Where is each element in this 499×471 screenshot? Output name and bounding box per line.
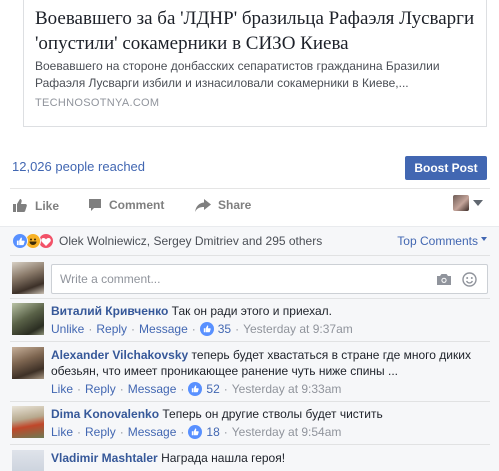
like-link[interactable]: Like bbox=[51, 382, 73, 396]
post-as-selector[interactable] bbox=[453, 195, 487, 211]
commenter-avatar[interactable] bbox=[12, 303, 44, 335]
link-preview-description: Воевавшего на стороне донбасских сепарат… bbox=[35, 59, 440, 90]
commenter-name[interactable]: Alexander Vilchakovsky bbox=[51, 348, 188, 362]
divider bbox=[10, 444, 490, 445]
divider bbox=[10, 298, 490, 299]
comment-likes[interactable]: 18 bbox=[188, 425, 220, 439]
post-actions-row: Like Comment Share bbox=[0, 191, 499, 221]
comment-label: Comment bbox=[109, 198, 165, 212]
comment-meta: Unlike · Reply · Message · 35 · Yesterday a… bbox=[51, 322, 353, 336]
commenter-name[interactable]: Виталий Кривченко bbox=[51, 304, 168, 318]
comment-text-block: Dima Konovalenko Теперь он другие стволы… bbox=[51, 406, 491, 422]
emoji-icon[interactable] bbox=[462, 272, 477, 287]
comment-text: Теперь он другие стволы будет чистить bbox=[162, 407, 383, 421]
share-arrow-icon bbox=[195, 198, 211, 212]
comment-input[interactable]: Write a comment... bbox=[51, 264, 488, 294]
viewer-avatar bbox=[453, 195, 469, 211]
comment-text: Награда нашла героя! bbox=[161, 451, 286, 465]
boost-post-button[interactable]: Boost Post bbox=[405, 156, 487, 180]
divider bbox=[10, 401, 490, 402]
comment-text-block: Alexander Vilchakovsky теперь будет хвас… bbox=[51, 347, 491, 379]
comment-timestamp[interactable]: Yesterday at 9:37am bbox=[243, 322, 353, 336]
divider bbox=[10, 188, 490, 189]
reactions-summary[interactable]: Olek Wolniewicz, Sergey Dmitriev and 295… bbox=[12, 233, 322, 249]
commenter-avatar[interactable] bbox=[12, 347, 44, 379]
reactions-names[interactable]: Olek Wolniewicz, Sergey Dmitriev and 295… bbox=[59, 234, 322, 248]
comment-text: Так он ради этого и приехал. bbox=[171, 304, 332, 318]
commenter-name[interactable]: Vladimir Mashtaler bbox=[51, 451, 158, 465]
link-preview-title[interactable]: Воевавшего за ба 'ЛДНР' бразильца Рафаэл… bbox=[35, 6, 480, 56]
reach-row: 12,026 people reached Boost Post bbox=[0, 147, 499, 187]
divider bbox=[10, 341, 490, 342]
comment-likes[interactable]: 35 bbox=[199, 322, 232, 336]
commenter-name[interactable]: Dima Konovalenko bbox=[51, 407, 159, 421]
divider bbox=[10, 255, 490, 256]
message-link[interactable]: Message bbox=[128, 425, 177, 439]
share-action-button[interactable]: Share bbox=[195, 198, 251, 212]
comment-text-block: Vladimir Mashtaler Награда нашла героя! bbox=[51, 450, 491, 466]
comment-likes[interactable]: 52 bbox=[188, 382, 220, 396]
comment-likes-count: 35 bbox=[217, 322, 232, 336]
comment-timestamp[interactable]: Yesterday at 9:54am bbox=[232, 425, 342, 439]
comment-timestamp[interactable]: Yesterday at 9:33am bbox=[232, 382, 342, 396]
message-link[interactable]: Message bbox=[139, 322, 188, 336]
thumbs-up-icon bbox=[199, 322, 214, 336]
reply-link[interactable]: Reply bbox=[85, 425, 116, 439]
comment-likes-count: 18 bbox=[206, 425, 220, 439]
people-reached-link[interactable]: 12,026 people reached bbox=[12, 159, 145, 174]
thumbs-up-icon bbox=[188, 382, 203, 396]
thumbs-up-icon bbox=[188, 425, 203, 439]
caret-down-icon bbox=[481, 237, 487, 241]
composer-avatar bbox=[12, 262, 44, 294]
thumbs-up-icon bbox=[13, 199, 27, 212]
comment-action-button[interactable]: Comment bbox=[88, 198, 164, 212]
comment-input-placeholder: Write a comment... bbox=[60, 272, 161, 286]
like-label: Like bbox=[35, 198, 60, 213]
link-preview-card[interactable]: Воевавшего за ба 'ЛДНР' бразильца Рафаэл… bbox=[23, 0, 487, 127]
like-action-button[interactable]: Like bbox=[12, 198, 59, 213]
caret-down-icon bbox=[473, 200, 483, 206]
comment-likes-count: 52 bbox=[206, 382, 220, 396]
reply-link[interactable]: Reply bbox=[96, 322, 127, 336]
share-label: Share bbox=[218, 198, 252, 212]
reply-link[interactable]: Reply bbox=[85, 382, 116, 396]
like-reaction-icon bbox=[12, 233, 28, 249]
unlike-link[interactable]: Unlike bbox=[51, 322, 84, 336]
camera-icon[interactable] bbox=[436, 273, 452, 286]
commenter-avatar[interactable] bbox=[12, 450, 44, 471]
like-link[interactable]: Like bbox=[51, 425, 73, 439]
sort-label: Top Comments bbox=[397, 234, 478, 248]
comment-meta: Like · Reply · Message · 18 · Yesterday at … bbox=[51, 425, 342, 439]
speech-bubble-icon bbox=[89, 199, 101, 211]
comment-text-block: Виталий Кривченко Так он ради этого и пр… bbox=[51, 303, 491, 319]
commenter-avatar[interactable] bbox=[12, 406, 44, 438]
comment-sort-dropdown[interactable]: Top Comments bbox=[397, 234, 487, 248]
link-preview-domain: TECHNOSOTNYA.COM bbox=[35, 97, 160, 109]
message-link[interactable]: Message bbox=[128, 382, 177, 396]
comment-meta: Like · Reply · Message · 52 · Yesterday at … bbox=[51, 382, 342, 396]
